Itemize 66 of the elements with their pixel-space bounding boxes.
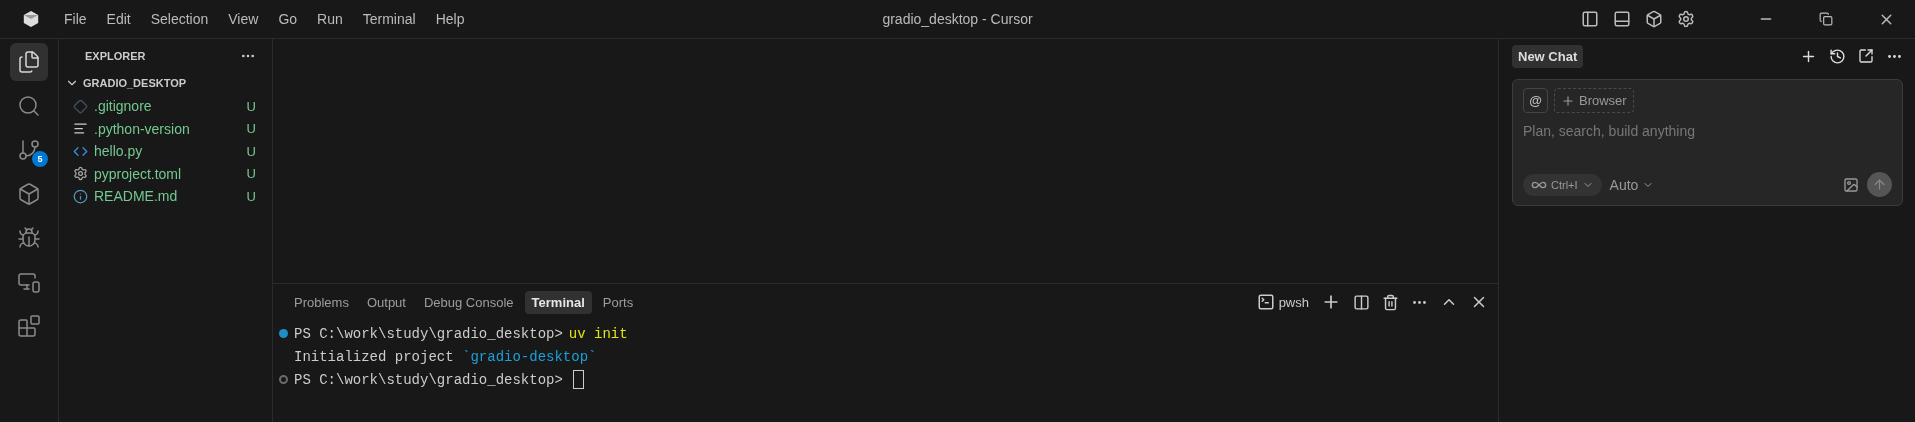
panel-tab[interactable]: Ports [595, 290, 641, 314]
terminal-icon [1256, 293, 1275, 311]
cube-icon[interactable] [1645, 10, 1663, 28]
monitor-icon [17, 270, 41, 294]
model-selector[interactable]: Auto [1609, 176, 1655, 193]
chat-input[interactable]: Plan, search, build anything [1523, 123, 1892, 139]
restore-icon[interactable] [1819, 12, 1833, 26]
panel-tab[interactable]: Output [359, 290, 413, 314]
bug-icon [17, 226, 41, 250]
trash-icon[interactable] [1382, 293, 1399, 311]
file-name[interactable]: pyproject.toml [94, 165, 241, 182]
terminal-command: uv init [568, 325, 628, 342]
send-button[interactable] [1867, 172, 1892, 197]
gear-icon [73, 166, 88, 182]
diamond-icon [73, 98, 88, 114]
search-icon [17, 94, 41, 118]
menu-item[interactable]: Terminal [352, 11, 426, 27]
menu-item[interactable]: Help [425, 11, 475, 27]
popout-icon[interactable] [1858, 47, 1874, 64]
shell-name[interactable]: pwsh [1278, 294, 1309, 310]
mode-selector[interactable]: Ctrl+I [1523, 173, 1602, 196]
sidebar-title: EXPLORER [85, 50, 146, 62]
terminal-prompt: PS C:\work\study\gradio_desktop> [294, 325, 563, 342]
activity-bar-item[interactable]: 5 [10, 131, 48, 169]
menu-item[interactable]: Edit [96, 11, 141, 27]
menu-item[interactable]: File [54, 11, 97, 27]
chat-tab[interactable]: New Chat [1512, 44, 1584, 68]
file-name[interactable]: .gitignore [94, 98, 241, 115]
panel-tab[interactable]: Terminal [524, 290, 592, 314]
menu-item[interactable]: Go [268, 11, 308, 27]
cube-icon [17, 182, 41, 206]
git-status: U [246, 121, 256, 137]
sidebar-toggle-icon[interactable] [1581, 10, 1599, 28]
browser-chip[interactable]: Browser [1554, 88, 1634, 113]
git-status: U [246, 143, 256, 159]
project-name: `gradio-desktop` [462, 348, 597, 365]
branch-icon [17, 138, 41, 162]
activity-bar-item[interactable] [10, 43, 48, 81]
file-name[interactable]: README.md [94, 188, 241, 205]
info-icon [73, 188, 88, 204]
history-icon[interactable] [1829, 47, 1846, 65]
folder-name[interactable]: GRADIO_DESKTOP [83, 77, 187, 89]
count-badge: 5 [32, 151, 48, 167]
panel-tab[interactable]: Problems [287, 290, 356, 314]
git-status: U [246, 166, 256, 182]
file-name[interactable]: .python-version [94, 120, 241, 137]
settings-icon[interactable] [1677, 10, 1695, 28]
file-name[interactable]: hello.py [94, 143, 241, 160]
panel-tab[interactable]: Debug Console [416, 290, 521, 314]
blocks-icon [17, 314, 41, 338]
menu-item[interactable]: View [218, 11, 269, 27]
logo-icon [22, 10, 40, 28]
plus-icon [1561, 93, 1575, 108]
terminal-output: Initialized project [294, 348, 455, 365]
mention-button[interactable]: @ [1523, 88, 1548, 113]
git-status: U [246, 188, 256, 204]
split-icon[interactable] [1353, 293, 1370, 311]
panel-toggle-icon[interactable] [1613, 10, 1631, 28]
files-icon [17, 50, 41, 74]
menu-item[interactable]: Run [307, 11, 353, 27]
menu-item[interactable]: Selection [140, 11, 219, 27]
terminal-prompt: PS C:\work\study\gradio_desktop> [294, 371, 563, 388]
lines-icon [73, 121, 88, 137]
window-title: gradio_desktop - Cursor [882, 11, 1033, 27]
image-icon[interactable] [1843, 176, 1859, 193]
git-status: U [246, 98, 256, 114]
